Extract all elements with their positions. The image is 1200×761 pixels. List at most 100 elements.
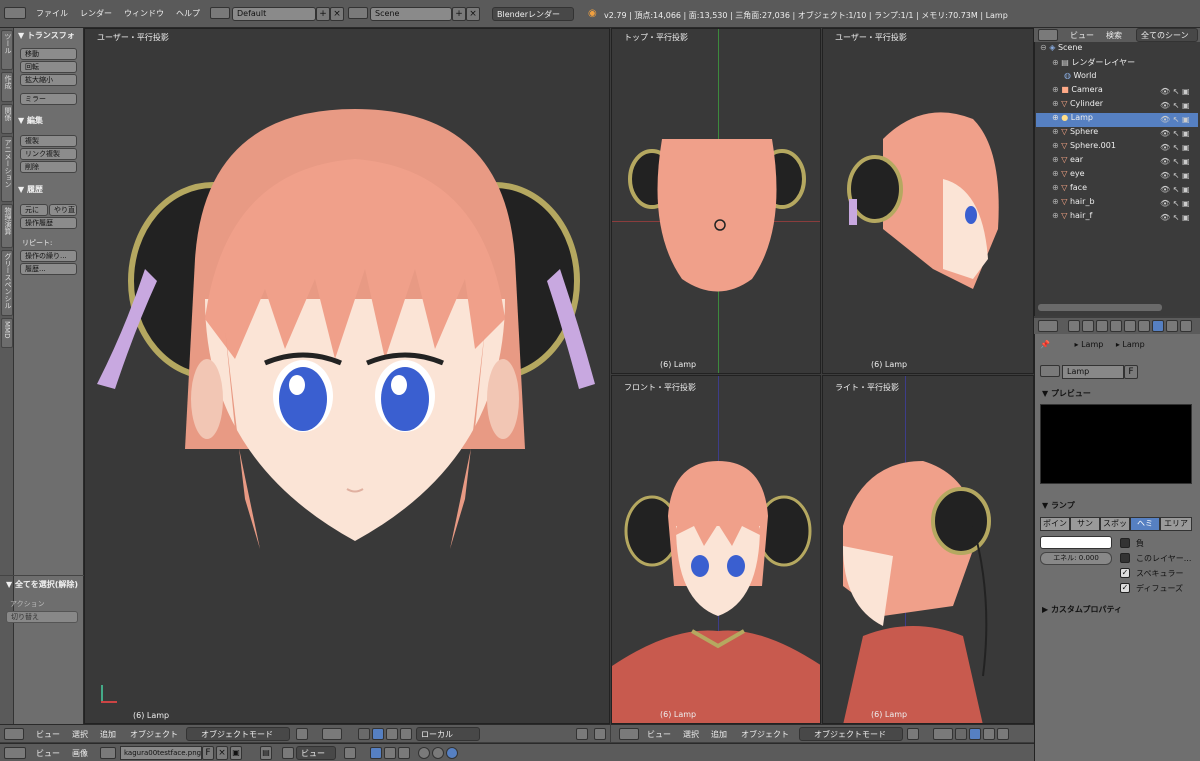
view-menu[interactable]: ビュー xyxy=(36,729,60,740)
pivot-icon-right[interactable] xyxy=(933,728,953,740)
lamp-type-spot[interactable]: スポッ xyxy=(1100,517,1130,531)
mirror-button[interactable]: ミラー xyxy=(20,93,77,105)
outliner-editor-icon[interactable] xyxy=(1038,29,1058,41)
lamp-datablock-field[interactable]: Lamp xyxy=(1062,365,1124,379)
texture-tab-icon[interactable] xyxy=(1166,320,1178,332)
tab-animation[interactable]: アニメーション xyxy=(1,136,13,202)
constraints-tab-icon[interactable] xyxy=(1138,320,1150,332)
link-duplicate-button[interactable]: リンク複製 xyxy=(20,148,77,160)
layout-field[interactable]: Default xyxy=(232,7,316,21)
repeat-history-button[interactable]: 履歴... xyxy=(20,263,77,275)
image-name-field[interactable]: kagura00testface.png xyxy=(120,746,202,760)
select-menu-right[interactable]: 選択 xyxy=(683,729,699,740)
channel-alpha-icon[interactable] xyxy=(446,747,458,759)
render-tab-icon[interactable] xyxy=(1068,320,1080,332)
image-pin-icon[interactable]: ▣ xyxy=(230,746,242,760)
manipulator-toggle-icon[interactable] xyxy=(358,728,370,740)
transform-panel-header[interactable]: ▼ トランスフォ xyxy=(18,30,75,41)
pin-icon[interactable]: 📌 xyxy=(1040,340,1050,349)
top-viewport[interactable]: トップ・平行投影 (6) Lamp xyxy=(611,28,821,374)
preview-panel-header[interactable]: ▼ プレビュー xyxy=(1042,388,1091,399)
proportional-edit-icon[interactable] xyxy=(398,747,410,759)
scale-manipulator-icon-right[interactable] xyxy=(997,728,1009,740)
negative-checkbox[interactable] xyxy=(1120,538,1130,548)
layout-icon[interactable] xyxy=(210,7,230,19)
image-view-menu[interactable]: ビュー xyxy=(36,748,60,759)
action-select[interactable]: 切り替え xyxy=(6,611,78,623)
add-menu[interactable]: 追加 xyxy=(100,729,116,740)
shading-icon[interactable] xyxy=(296,728,308,740)
layers-tab-icon[interactable] xyxy=(1082,320,1094,332)
snap-icon[interactable] xyxy=(384,747,396,759)
delete-button[interactable]: 削除 xyxy=(20,161,77,173)
lamp-data-tab-icon[interactable] xyxy=(1152,320,1164,332)
channel-rgba-icon[interactable] xyxy=(432,747,444,759)
outliner-display-mode[interactable]: 全てのシーン xyxy=(1136,28,1198,42)
select-menu[interactable]: 選択 xyxy=(72,729,88,740)
lamp-panel-header[interactable]: ▼ ランプ xyxy=(1042,500,1075,511)
outliner-row[interactable]: ◍ World xyxy=(1036,71,1198,85)
uv-sync-icon[interactable] xyxy=(370,747,382,759)
view3d-editor-icon-right[interactable] xyxy=(619,728,639,740)
lamp-type-hemi[interactable]: ヘミ xyxy=(1130,517,1160,531)
scene-remove-button[interactable]: × xyxy=(466,7,480,21)
transform-orientation-select[interactable]: ローカル xyxy=(416,727,480,741)
tab-create[interactable]: 作成 xyxy=(1,72,13,102)
image-fake-user-button[interactable]: F xyxy=(202,746,214,760)
front-viewport[interactable]: フロント・平行投影 (6) Lamp xyxy=(611,375,821,724)
tab-physics[interactable]: 物理演算 xyxy=(1,204,13,248)
mode-select[interactable]: オブジェクトモード xyxy=(186,727,290,741)
properties-editor-icon[interactable] xyxy=(1038,320,1058,332)
redo-button[interactable]: やり直 xyxy=(49,204,77,216)
world-tab-icon[interactable] xyxy=(1110,320,1122,332)
scene-icon[interactable] xyxy=(348,7,368,19)
view3d-editor-icon[interactable] xyxy=(4,728,24,740)
tab-grease-pencil[interactable]: グリースペンシル xyxy=(1,250,13,316)
history-panel-header[interactable]: ▼ 履歴 xyxy=(18,184,43,195)
menu-help[interactable]: ヘルプ xyxy=(176,8,200,19)
menu-file[interactable]: ファイル xyxy=(36,8,68,19)
lamp-type-sun[interactable]: サン xyxy=(1070,517,1100,531)
outliner-row[interactable]: ⊕ ▤ レンダーレイヤー xyxy=(1036,57,1198,71)
image-render-slot-icon[interactable]: ▤ xyxy=(260,746,272,760)
menu-window[interactable]: ウィンドウ xyxy=(124,8,164,19)
rotate-manipulator-icon-right[interactable] xyxy=(983,728,995,740)
image-menu[interactable]: 画像 xyxy=(72,748,88,759)
scene-add-button[interactable]: + xyxy=(452,7,466,21)
add-menu-right[interactable]: 追加 xyxy=(711,729,727,740)
scale-manipulator-icon[interactable] xyxy=(400,728,412,740)
tab-mmd[interactable]: MMD xyxy=(1,318,13,348)
pivot-icon-bottom[interactable] xyxy=(344,747,356,759)
energy-field[interactable]: エネル: 0.000 xyxy=(1040,552,1112,565)
tab-tools[interactable]: ツール xyxy=(1,30,13,70)
lock-camera-icon[interactable] xyxy=(576,728,588,740)
shading-icon-right[interactable] xyxy=(907,728,919,740)
diffuse-checkbox[interactable]: ✓ xyxy=(1120,583,1130,593)
lamp-type-area[interactable]: エリア xyxy=(1160,517,1192,531)
object-tab-icon[interactable] xyxy=(1124,320,1136,332)
pivot-icon[interactable] xyxy=(322,728,342,740)
custom-properties-header[interactable]: ▶ カスタムプロパティ xyxy=(1042,604,1122,615)
manipulator-toggle-icon-right[interactable] xyxy=(955,728,967,740)
lamp-type-point[interactable]: ポイン xyxy=(1040,517,1070,531)
scene-tab-icon[interactable] xyxy=(1096,320,1108,332)
undo-button[interactable]: 元に xyxy=(20,204,48,216)
edit-panel-header[interactable]: ▼ 編集 xyxy=(18,115,43,126)
translate-manipulator-icon[interactable] xyxy=(372,728,384,740)
lamp-fake-user-button[interactable]: F xyxy=(1124,365,1138,379)
main-viewport[interactable]: ユーザー・平行投影 (6) Lamp xyxy=(84,28,610,724)
select-all-panel-header[interactable]: ▼ 全てを選択(解除) xyxy=(6,579,78,590)
layout-add-button[interactable]: + xyxy=(316,7,330,21)
view-mode-icon[interactable] xyxy=(282,747,294,759)
this-layer-checkbox[interactable] xyxy=(1120,553,1130,563)
image-unlink-button[interactable]: × xyxy=(216,746,228,760)
specular-checkbox[interactable]: ✓ xyxy=(1120,568,1130,578)
outliner-search-menu[interactable]: 検索 xyxy=(1106,30,1122,41)
lamp-color-swatch[interactable] xyxy=(1040,536,1112,549)
image-editor-icon[interactable] xyxy=(4,747,26,759)
duplicate-button[interactable]: 複製 xyxy=(20,135,77,147)
scene-field[interactable]: Scene xyxy=(370,7,452,21)
physics-tab-icon[interactable] xyxy=(1180,320,1192,332)
menu-render[interactable]: レンダー xyxy=(80,8,112,19)
mode-select-right[interactable]: オブジェクトモード xyxy=(799,727,903,741)
